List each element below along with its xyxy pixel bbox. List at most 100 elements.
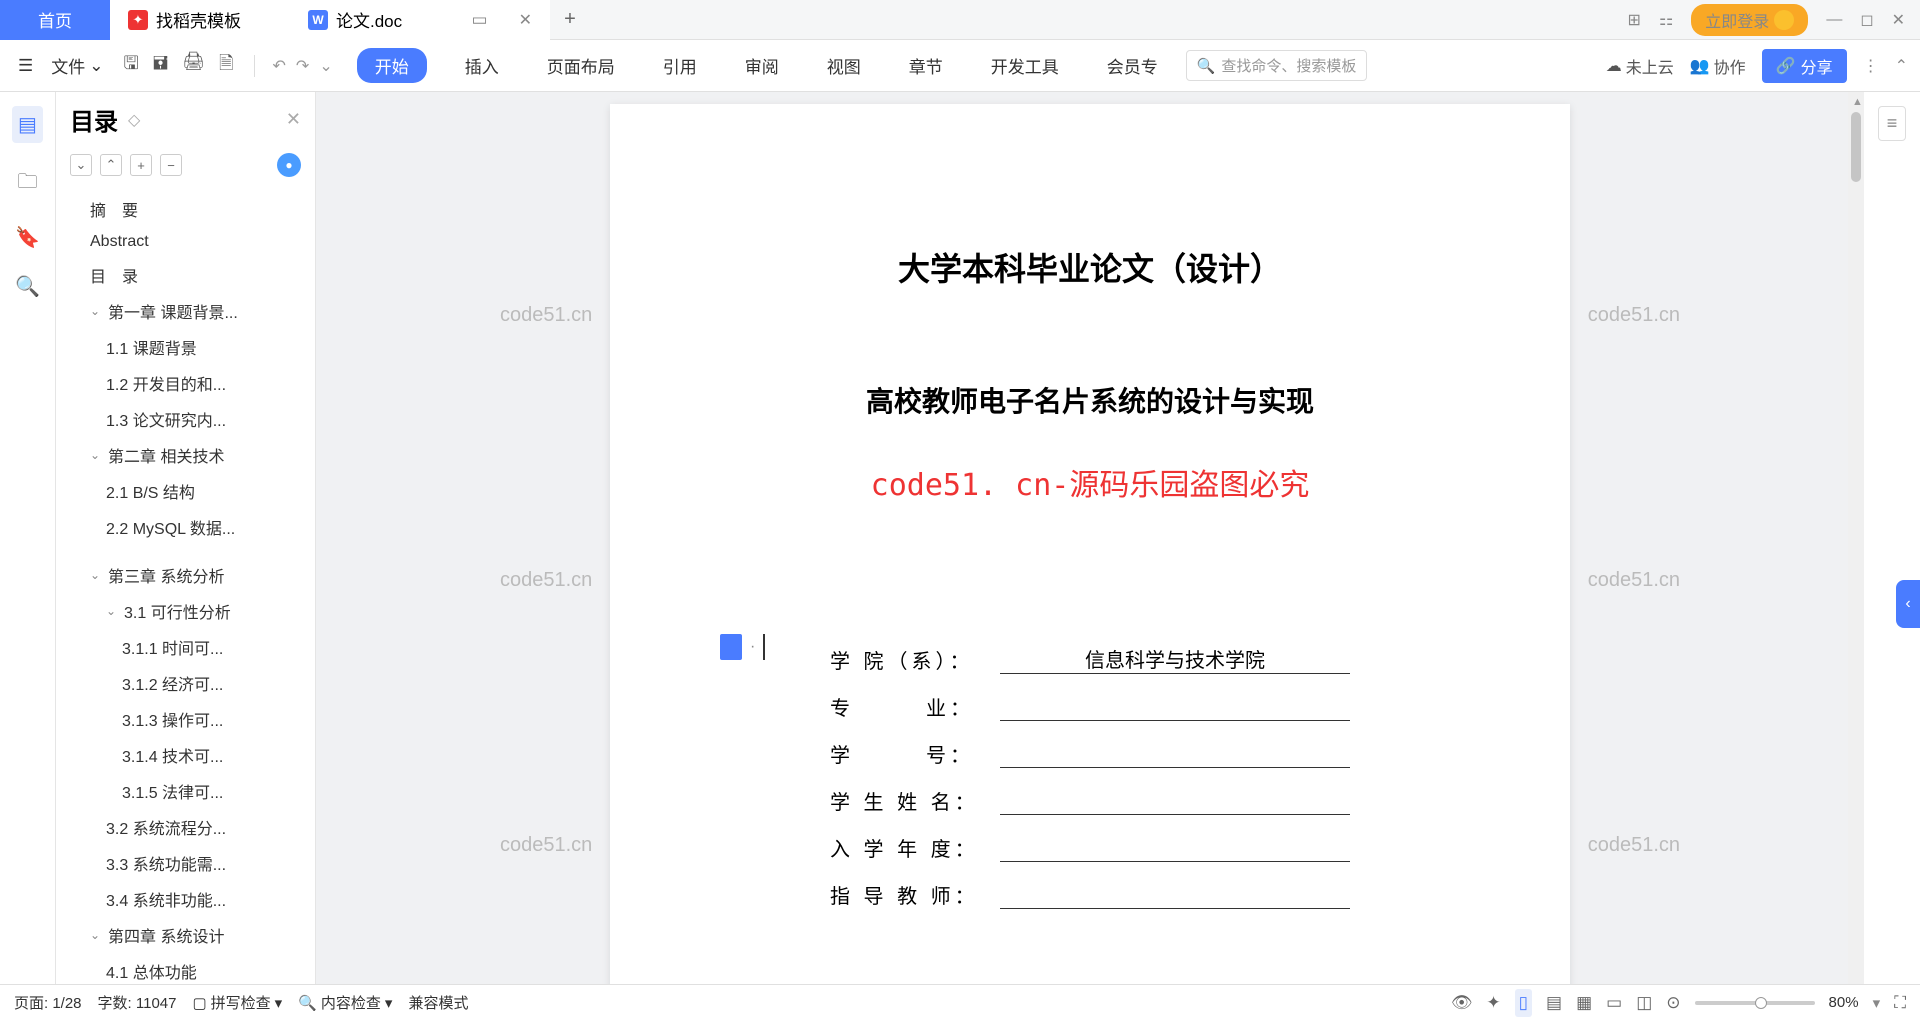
hamburger-icon[interactable]: ☰	[12, 56, 39, 76]
outline-item[interactable]: 3.2 系统流程分...	[70, 809, 307, 845]
outline-item[interactable]: 1.1 课题背景	[70, 329, 307, 365]
share-button[interactable]: 🔗 分享	[1762, 49, 1847, 83]
collab-button[interactable]: 👥 协作	[1690, 54, 1746, 78]
outline-item[interactable]: ⌄第三章 系统分析	[70, 557, 307, 593]
login-button[interactable]: 立即登录	[1691, 4, 1808, 36]
outline-list[interactable]: 摘 要Abstract目 录⌄第一章 课题背景...1.1 课题背景1.2 开发…	[56, 183, 315, 984]
outline-item[interactable]: 目 录	[70, 257, 307, 293]
word-count[interactable]: 字数: 11047	[98, 992, 177, 1013]
close-window-icon[interactable]: ✕	[1892, 10, 1905, 30]
outline-view-icon[interactable]: ▦	[1576, 993, 1592, 1013]
outline-item[interactable]: Abstract	[70, 227, 307, 257]
ribbon-tab-start[interactable]: 开始	[357, 48, 427, 83]
search-rail-icon[interactable]: 🔍	[15, 274, 40, 299]
read-view-icon[interactable]: ▭	[1606, 993, 1622, 1013]
layout-icon[interactable]: ⊞	[1628, 10, 1641, 30]
outline-item[interactable]: 3.1.4 技术可...	[70, 737, 307, 773]
outline-panel: 目录 ◇ ✕ ⌄ ⌃ + − ● 摘 要Abstract目 录⌄第一章 课题背景…	[56, 92, 316, 984]
outline-item[interactable]: 4.1 总体功能	[70, 953, 307, 984]
toolbar: ☰ 文件 ⌄ 🖫 🖬 🖨 🗎 ↶ ↷ ⌄ 开始 插入 页面布局 引用 审阅 视图…	[0, 40, 1920, 92]
field-label: 学 生 姓 名：	[830, 786, 1000, 815]
outline-item[interactable]: 2.1 B/S 结构	[70, 473, 307, 509]
maximize-icon[interactable]: ◻	[1860, 10, 1873, 30]
more-icon[interactable]: ⋮	[1863, 56, 1879, 76]
vertical-scrollbar[interactable]: ▲	[1848, 92, 1864, 984]
field-row: 学 院（系）：信息科学与技术学院	[830, 644, 1350, 674]
zoom-level[interactable]: 80%	[1829, 994, 1859, 1011]
ribbon-tab-vip[interactable]: 会员专	[1097, 48, 1168, 83]
ribbon-tab-layout[interactable]: 页面布局	[537, 48, 625, 83]
add-icon[interactable]: +	[130, 154, 152, 176]
format-icon[interactable]: ≡	[1878, 106, 1907, 141]
tab-home[interactable]: 首页	[0, 0, 110, 40]
ai-icon[interactable]: ●	[277, 153, 301, 177]
tab-document[interactable]: W 论文.doc ▭ ✕	[290, 0, 550, 40]
print-icon[interactable]: 🖨	[182, 51, 205, 81]
window-controls: ⊞ ⚏ 立即登录 — ◻ ✕	[1613, 4, 1920, 36]
redo-icon[interactable]: ↷	[296, 56, 309, 76]
outline-item[interactable]: 3.3 系统功能需...	[70, 845, 307, 881]
expand-all-icon[interactable]: ⌃	[100, 154, 122, 176]
outline-item[interactable]: 3.1.2 经济可...	[70, 665, 307, 701]
content-check-button[interactable]: 🔍 内容检查 ▾	[298, 992, 392, 1013]
preview-icon[interactable]: 🗎	[219, 51, 233, 81]
outline-item[interactable]: 3.1.5 法律可...	[70, 773, 307, 809]
outline-item[interactable]: 3.4 系统非功能...	[70, 881, 307, 917]
save-as-icon[interactable]: 🖬	[153, 51, 168, 81]
scroll-thumb[interactable]	[1851, 112, 1861, 182]
document-canvas[interactable]: code51.cn code51.cn code51.cn code51.cn …	[316, 92, 1864, 984]
collapse-all-icon[interactable]: ⌄	[70, 154, 92, 176]
minimize-icon[interactable]: —	[1826, 11, 1842, 29]
remove-icon[interactable]: −	[160, 154, 182, 176]
outline-item[interactable]: 1.2 开发目的和...	[70, 365, 307, 401]
web-view-icon[interactable]: ▤	[1546, 993, 1562, 1013]
search-icon: 🔍	[1197, 57, 1216, 75]
ribbon-tab-view[interactable]: 视图	[817, 48, 871, 83]
ribbon-tab-chapter[interactable]: 章节	[899, 48, 953, 83]
outline-item[interactable]: ⌄第四章 系统设计	[70, 917, 307, 953]
outline-item[interactable]: ⌄第二章 相关技术	[70, 437, 307, 473]
outline-rail-icon[interactable]: ▤	[12, 106, 43, 143]
star-icon[interactable]: ✦	[1486, 993, 1500, 1013]
ribbon-tab-dev[interactable]: 开发工具	[981, 48, 1069, 83]
dropdown-icon[interactable]: ⌄	[319, 56, 332, 76]
tab-template[interactable]: ✦找稻壳模板	[110, 0, 290, 40]
spellcheck-button[interactable]: ▢ 拼写检查 ▾	[192, 992, 282, 1013]
outline-item[interactable]: 摘 要	[70, 191, 307, 227]
close-tab-icon[interactable]: ✕	[519, 10, 532, 30]
undo-icon[interactable]: ↶	[273, 56, 286, 76]
bookmark-rail-icon[interactable]: 🔖	[15, 225, 40, 250]
page-count[interactable]: 页面: 1/28	[14, 992, 82, 1013]
outline-item[interactable]: 1.3 论文研究内...	[70, 401, 307, 437]
zoom-fit-icon[interactable]: ⊙	[1666, 993, 1680, 1013]
outline-item[interactable]: ⌄第一章 课题背景...	[70, 293, 307, 329]
folder-rail-icon[interactable]: 🗀	[18, 167, 38, 201]
outline-item[interactable]	[70, 545, 307, 557]
page-view-icon[interactable]: ▯	[1515, 989, 1532, 1017]
outline-item[interactable]: 3.1.1 时间可...	[70, 629, 307, 665]
ribbon-tab-insert[interactable]: 插入	[455, 48, 509, 83]
file-menu[interactable]: 文件 ⌄	[45, 53, 109, 78]
new-tab-button[interactable]: +	[550, 8, 590, 31]
pin-icon[interactable]: ◇	[128, 110, 140, 130]
outline-item[interactable]: ⌄3.1 可行性分析	[70, 593, 307, 629]
eye-icon[interactable]: 👁	[1451, 993, 1473, 1013]
ribbon-tab-review[interactable]: 审阅	[735, 48, 789, 83]
fullscreen-icon[interactable]: ⛶	[1894, 993, 1906, 1013]
compat-mode[interactable]: 兼容模式	[408, 992, 468, 1013]
zoom-slider[interactable]	[1695, 1001, 1815, 1005]
split-view-icon[interactable]: ◫	[1636, 993, 1652, 1013]
close-outline-icon[interactable]: ✕	[286, 109, 301, 130]
screen-icon[interactable]: ▭	[464, 10, 496, 30]
ribbon-tab-reference[interactable]: 引用	[653, 48, 707, 83]
apps-icon[interactable]: ⚏	[1659, 10, 1673, 30]
save-icon[interactable]: 🖫	[124, 51, 139, 81]
side-tab[interactable]: ‹	[1896, 580, 1920, 628]
scroll-up-icon[interactable]: ▲	[1852, 96, 1863, 108]
outline-item[interactable]: 3.1.3 操作可...	[70, 701, 307, 737]
search-input[interactable]: 🔍 查找命令、搜索模板	[1186, 50, 1368, 81]
field-label: 指 导 教 师：	[830, 880, 1000, 909]
cloud-button[interactable]: ☁ 未上云	[1606, 54, 1674, 78]
outline-item[interactable]: 2.2 MySQL 数据...	[70, 509, 307, 545]
collapse-icon[interactable]: ⌃	[1895, 56, 1908, 76]
